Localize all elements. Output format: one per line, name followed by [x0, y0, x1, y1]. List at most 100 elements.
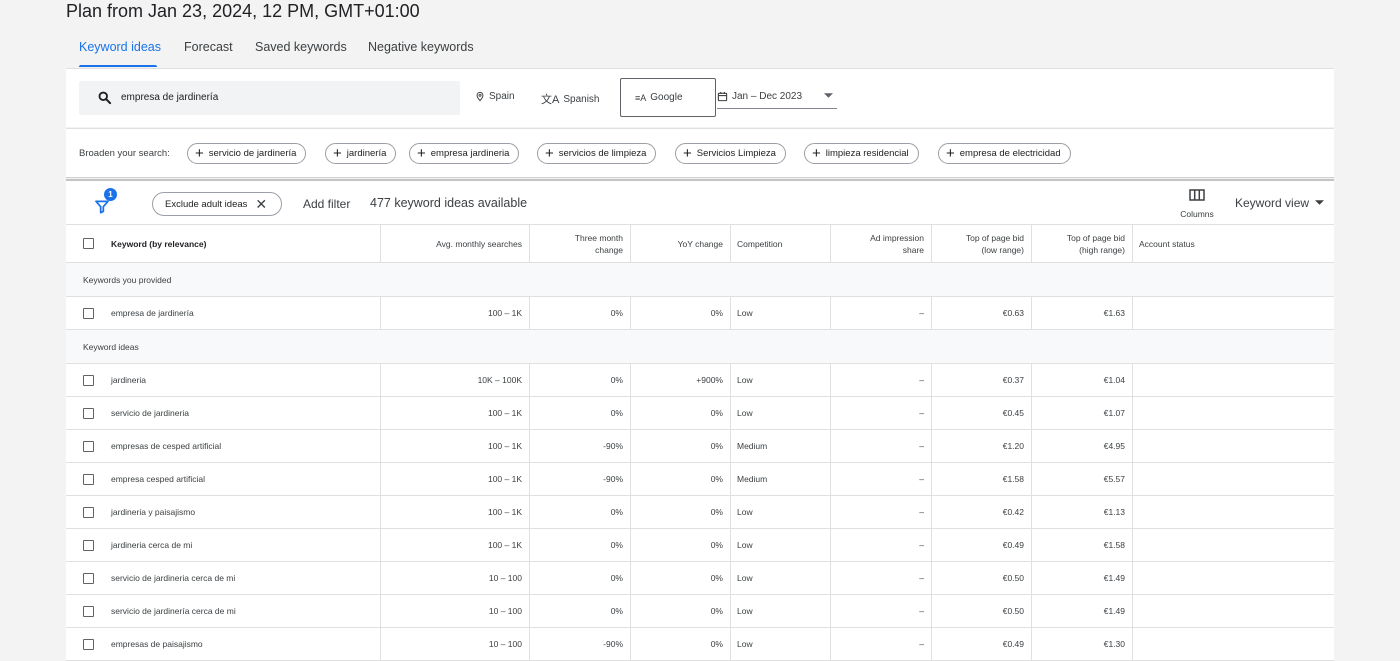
header-ad-share[interactable]: Ad impression share [831, 225, 932, 262]
broaden-chip[interactable]: + jardinería [325, 143, 397, 164]
cell-ad-share: – [831, 430, 932, 462]
header-line: change [595, 244, 623, 255]
date-range-selector[interactable]: Jan – Dec 2023 [717, 87, 837, 109]
cell-keyword[interactable]: empresa cesped artificial [111, 463, 205, 495]
broaden-chip[interactable]: + servicios de limpieza [537, 143, 657, 164]
cell-ad-share: – [831, 496, 932, 528]
cell-ad-share: – [831, 628, 932, 660]
tab-bar: Keyword ideas Forecast Saved keywords Ne… [66, 32, 1334, 68]
broaden-search-bar: Broaden your search: + servicio de jardin… [66, 128, 1334, 178]
cell-ad-share: – [831, 297, 932, 329]
plus-icon: + [333, 145, 342, 162]
cell-three-month: -90% [530, 430, 631, 462]
group-header-row: Keywords you provided [66, 263, 1334, 297]
cell-account-status [1133, 529, 1333, 561]
cell-keyword[interactable]: empresas de paisajismo [111, 628, 203, 660]
table-row: empresa de jardinería 100 – 1K 0% 0% Low – €0.… [66, 297, 1334, 330]
tab-forecast[interactable]: Forecast [184, 40, 233, 54]
cell-ad-share: – [831, 364, 932, 396]
active-tab-indicator [79, 65, 157, 67]
broaden-chip[interactable]: + limpieza residencial [804, 143, 919, 164]
cell-ad-share: – [831, 595, 932, 627]
tab-saved-keywords[interactable]: Saved keywords [255, 40, 347, 54]
table-row: jardineria cerca de mi 100 – 1K 0% 0% Low – €0… [66, 529, 1334, 562]
cell-bid-low: €0.50 [932, 562, 1032, 594]
cell-yoy: 0% [631, 529, 731, 561]
header-competition[interactable]: Competition [731, 225, 831, 262]
cell-keyword[interactable]: jardineria cerca de mi [111, 529, 192, 561]
header-avg-searches[interactable]: Avg. monthly searches [381, 225, 530, 262]
cell-account-status [1133, 628, 1333, 660]
cell-bid-high: €1.63 [1032, 297, 1133, 329]
location-label: Spain [489, 91, 515, 102]
cell-avg-searches: 10 – 100 [381, 595, 530, 627]
language-label: Spanish [563, 93, 600, 105]
table-row: empresas de paisajismo 10 – 100 -90% 0% Low –… [66, 628, 1334, 661]
cell-keyword[interactable]: servicio de jardineria [111, 397, 189, 429]
cell-yoy: 0% [631, 430, 731, 462]
plus-icon: + [683, 145, 692, 162]
header-bid-high[interactable]: Top of page bid (high range) [1032, 225, 1133, 262]
cell-bid-high: €5.57 [1032, 463, 1133, 495]
header-line: (high range) [1079, 244, 1125, 255]
translate-icon: 文A [541, 94, 560, 106]
group-label: Keyword ideas [83, 342, 139, 352]
cell-ad-share: – [831, 463, 932, 495]
cell-competition: Low [731, 397, 831, 429]
keyword-table: Keyword (by relevance) Avg. monthly sear… [66, 224, 1334, 661]
location-selector[interactable]: Spain [475, 91, 515, 102]
cell-avg-searches: 100 – 1K [381, 430, 530, 462]
search-icon [98, 91, 112, 105]
cell-keyword[interactable]: jardineria [111, 364, 146, 396]
tab-negative-keywords[interactable]: Negative keywords [368, 40, 474, 54]
keyword-view-selector[interactable]: Keyword view [1235, 196, 1325, 210]
cell-yoy: +900% [631, 364, 731, 396]
cell-account-status [1133, 463, 1333, 495]
cell-avg-searches: 100 – 1K [381, 297, 530, 329]
chip-label: Exclude adult ideas [165, 198, 248, 210]
cell-competition: Low [731, 364, 831, 396]
chip-label: Servicios Limpieza [696, 148, 776, 159]
exclude-adult-chip[interactable]: Exclude adult ideas ✕ [152, 192, 282, 216]
cell-ad-share: – [831, 562, 932, 594]
broaden-chip[interactable]: + empresa de electricidad [938, 143, 1071, 164]
header-account-status[interactable]: Account status [1133, 225, 1333, 262]
cell-competition: Low [731, 297, 831, 329]
broaden-chip[interactable]: + servicio de jardinería [187, 143, 307, 164]
filter-bar: 1 Exclude adult ideas ✕ Add filter 477 k… [66, 179, 1334, 224]
cell-bid-high: €4.95 [1032, 430, 1133, 462]
cell-bid-low: €0.45 [932, 397, 1032, 429]
broaden-label: Broaden your search: [79, 148, 170, 159]
chevron-down-icon [824, 93, 833, 98]
cell-bid-high: €1.07 [1032, 397, 1133, 429]
cell-account-status [1133, 297, 1333, 329]
network-selector[interactable]: ≡A Google [620, 78, 716, 117]
tab-keyword-ideas[interactable]: Keyword ideas [79, 40, 161, 54]
close-icon[interactable]: ✕ [255, 196, 267, 213]
header-yoy[interactable]: YoY change [631, 225, 731, 262]
header-bid-low[interactable]: Top of page bid (low range) [932, 225, 1032, 262]
cell-keyword[interactable]: empresa de jardinería [111, 297, 194, 329]
broaden-chip[interactable]: + Servicios Limpieza [675, 143, 786, 164]
cell-bid-low: €0.50 [932, 595, 1032, 627]
cell-keyword[interactable]: servicio de jardinería cerca de mi [111, 595, 236, 627]
cell-bid-low: €0.49 [932, 529, 1032, 561]
columns-button[interactable]: Columns [1170, 189, 1224, 223]
cell-three-month: 0% [530, 297, 631, 329]
broaden-chip[interactable]: + empresa jardineria [409, 143, 520, 164]
add-filter-button[interactable]: Add filter [303, 197, 350, 211]
cell-keyword[interactable]: servicio de jardineria cerca de mi [111, 562, 235, 594]
cell-keyword[interactable]: empresas de cesped artificial [111, 430, 221, 462]
cell-three-month: 0% [530, 562, 631, 594]
cell-account-status [1133, 397, 1333, 429]
chip-label: empresa jardineria [430, 148, 510, 159]
cell-competition: Low [731, 496, 831, 528]
cell-keyword[interactable]: jardineria y paisajismo [111, 496, 195, 528]
plus-icon: + [812, 145, 821, 162]
keyword-search-input[interactable]: empresa de jardinería [79, 81, 460, 115]
language-selector[interactable]: 文A Spanish [541, 91, 599, 107]
cell-three-month: 0% [530, 397, 631, 429]
header-three-month[interactable]: Three month change [530, 225, 631, 262]
chip-label: empresa de electricidad [959, 148, 1061, 159]
filter-count-badge: 1 [104, 188, 117, 201]
